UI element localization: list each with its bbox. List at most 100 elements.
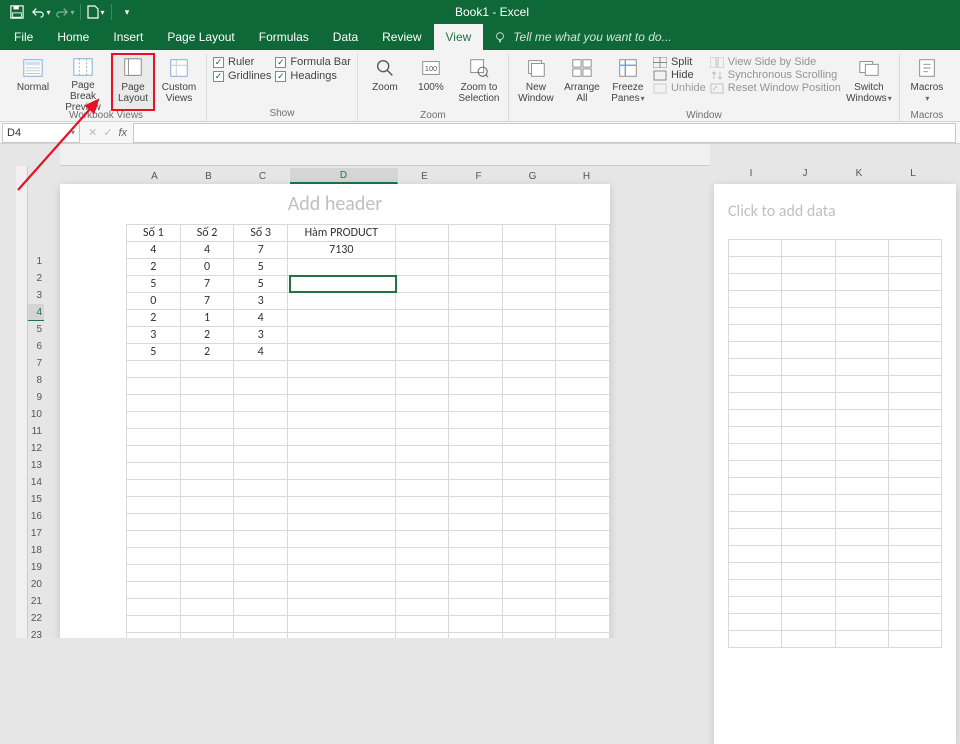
- cell[interactable]: 3: [234, 293, 288, 310]
- cell[interactable]: [502, 531, 556, 548]
- col-G[interactable]: G: [506, 168, 560, 184]
- cell[interactable]: [288, 548, 396, 565]
- hide-button[interactable]: Hide: [653, 69, 706, 81]
- cell[interactable]: [449, 633, 503, 639]
- freeze-panes-button[interactable]: Freeze Panes▾: [607, 54, 649, 110]
- cell[interactable]: [556, 616, 610, 633]
- cell[interactable]: [234, 412, 288, 429]
- cell[interactable]: [556, 225, 610, 242]
- cell[interactable]: [556, 463, 610, 480]
- cell[interactable]: [288, 480, 396, 497]
- cell[interactable]: [556, 633, 610, 639]
- cell[interactable]: [395, 429, 449, 446]
- cell[interactable]: 5: [127, 344, 181, 361]
- row-13[interactable]: 13: [28, 457, 44, 474]
- formula-input[interactable]: [133, 123, 956, 143]
- side-page[interactable]: Click to add data: [714, 184, 956, 744]
- cell[interactable]: [127, 446, 181, 463]
- cell[interactable]: [127, 463, 181, 480]
- cell[interactable]: [127, 548, 181, 565]
- cell[interactable]: [234, 463, 288, 480]
- cell[interactable]: [556, 429, 610, 446]
- cell[interactable]: [234, 582, 288, 599]
- cell[interactable]: [556, 514, 610, 531]
- cell[interactable]: 5: [234, 259, 288, 276]
- cell[interactable]: [502, 582, 556, 599]
- cell[interactable]: [180, 395, 234, 412]
- cell[interactable]: [127, 378, 181, 395]
- cell[interactable]: [449, 361, 503, 378]
- macros-button[interactable]: Macros▾: [906, 54, 948, 110]
- cell[interactable]: 0: [180, 259, 234, 276]
- row-1[interactable]: 1: [28, 253, 44, 270]
- cell[interactable]: [556, 582, 610, 599]
- cell[interactable]: [234, 378, 288, 395]
- cell[interactable]: [395, 480, 449, 497]
- row-12[interactable]: 12: [28, 440, 44, 457]
- cancel-formula-icon[interactable]: ✕: [88, 126, 97, 139]
- cell[interactable]: [502, 378, 556, 395]
- cell[interactable]: [288, 514, 396, 531]
- cell[interactable]: [288, 429, 396, 446]
- cell[interactable]: [395, 344, 449, 361]
- cell[interactable]: [127, 565, 181, 582]
- col-H[interactable]: H: [560, 168, 614, 184]
- custom-views-button[interactable]: Custom Views: [158, 54, 200, 110]
- cell[interactable]: [395, 497, 449, 514]
- cell[interactable]: 7130: [288, 242, 396, 259]
- vertical-ruler[interactable]: [16, 166, 28, 638]
- cell[interactable]: [556, 378, 610, 395]
- add-header[interactable]: Add header: [60, 184, 610, 224]
- undo-icon[interactable]: ▾: [30, 2, 52, 22]
- cell[interactable]: [288, 616, 396, 633]
- cell[interactable]: [288, 531, 396, 548]
- cell[interactable]: [180, 429, 234, 446]
- cell[interactable]: [502, 429, 556, 446]
- cell[interactable]: [180, 361, 234, 378]
- cell[interactable]: [395, 276, 449, 293]
- cell[interactable]: [556, 599, 610, 616]
- cell[interactable]: [449, 259, 503, 276]
- switch-windows-button[interactable]: Switch Windows▾: [845, 54, 893, 110]
- reset-window-button[interactable]: Reset Window Position: [710, 82, 841, 94]
- row-4[interactable]: 4: [28, 304, 44, 321]
- cell[interactable]: [288, 395, 396, 412]
- cell[interactable]: [180, 497, 234, 514]
- cell[interactable]: [502, 548, 556, 565]
- tab-formulas[interactable]: Formulas: [247, 24, 321, 50]
- col-C[interactable]: C: [236, 168, 290, 184]
- col-J[interactable]: J: [778, 168, 832, 184]
- cell[interactable]: [556, 565, 610, 582]
- cell[interactable]: [502, 565, 556, 582]
- unhide-button[interactable]: Unhide: [653, 82, 706, 94]
- cell[interactable]: 5: [234, 276, 288, 293]
- gridlines-checkbox[interactable]: ✓Gridlines: [213, 70, 271, 82]
- row-10[interactable]: 10: [28, 406, 44, 423]
- cell[interactable]: [288, 497, 396, 514]
- cell[interactable]: [234, 548, 288, 565]
- row-14[interactable]: 14: [28, 474, 44, 491]
- formula-bar-checkbox[interactable]: ✓Formula Bar: [275, 56, 351, 68]
- row-8[interactable]: 8: [28, 372, 44, 389]
- cell[interactable]: [288, 361, 396, 378]
- cell[interactable]: 7: [234, 242, 288, 259]
- row-16[interactable]: 16: [28, 508, 44, 525]
- cell[interactable]: [127, 582, 181, 599]
- cell[interactable]: 1: [180, 310, 234, 327]
- cell[interactable]: [502, 514, 556, 531]
- tab-file[interactable]: File: [2, 24, 45, 50]
- tab-page-layout[interactable]: Page Layout: [155, 24, 246, 50]
- cell[interactable]: 7: [180, 276, 234, 293]
- ruler-checkbox[interactable]: ✓Ruler: [213, 56, 271, 68]
- cell[interactable]: 0: [127, 293, 181, 310]
- cell[interactable]: [234, 616, 288, 633]
- cell[interactable]: [234, 395, 288, 412]
- tab-data[interactable]: Data: [321, 24, 370, 50]
- cell[interactable]: [449, 225, 503, 242]
- cell[interactable]: [395, 599, 449, 616]
- cell[interactable]: [234, 361, 288, 378]
- cell[interactable]: [234, 531, 288, 548]
- cell[interactable]: [502, 395, 556, 412]
- sync-scroll-button[interactable]: Synchronous Scrolling: [710, 69, 841, 81]
- cell[interactable]: [180, 616, 234, 633]
